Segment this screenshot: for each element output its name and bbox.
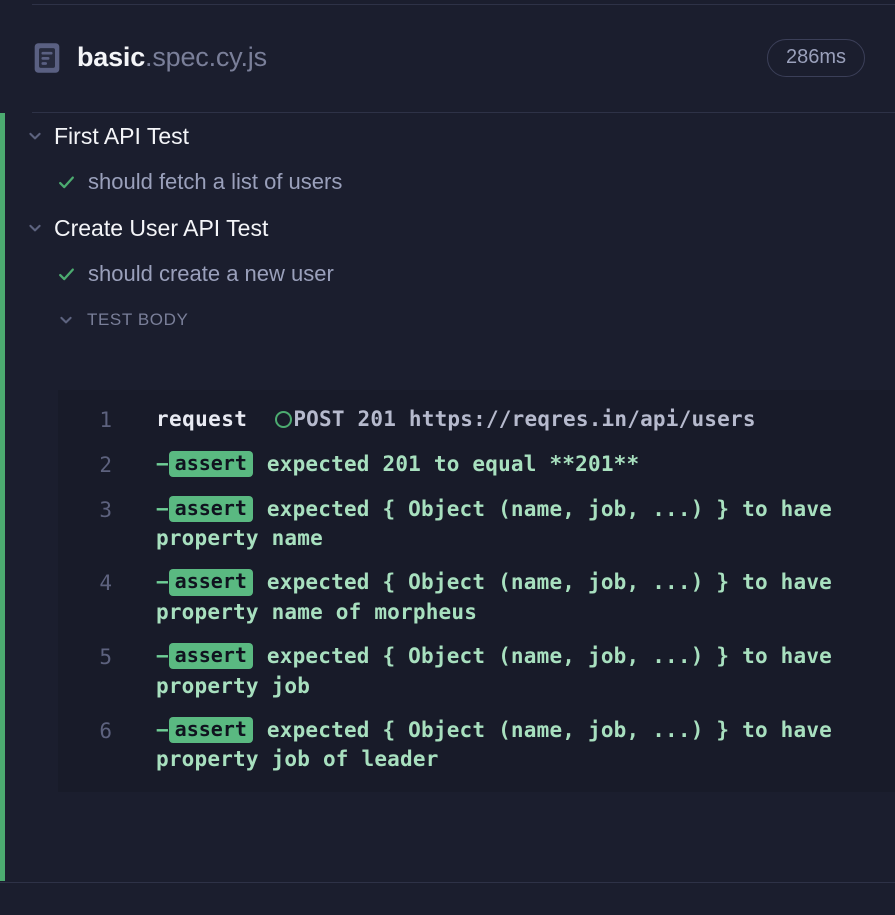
suite-header[interactable]: Create User API Test [5,205,895,251]
command-log: 1 request POST 201 https://reqres.in/api/… [58,390,895,793]
suite-title: First API Test [54,122,190,149]
chevron-down-icon[interactable] [27,220,43,236]
assert-dash: − [156,451,169,476]
suite-header[interactable]: First API Test [5,113,895,159]
test-results-panel: First API Test should fetch a list of us… [0,113,895,881]
spec-header: basic.spec.cy.js 286ms [0,5,895,110]
spec-filename-ext: .spec.cy.js [145,42,267,72]
test-title: should fetch a list of users [88,169,343,194]
test-row[interactable]: should fetch a list of users [5,159,895,205]
test-row[interactable]: should create a new user [5,251,895,297]
suite-title: Create User API Test [54,214,269,241]
command-log-row[interactable]: 5 − assert expected { Object (name, job, .… [58,635,895,709]
line-number: 4 [99,571,112,596]
assert-badge: assert [168,495,253,523]
assert-message: expected 201 to equal **201** [266,451,640,476]
assert-message: expected { Object (name, job, ...) } to … [156,570,833,625]
assert-dash: − [156,570,169,595]
assert-message: expected { Object (name, job, ...) } to … [156,643,833,698]
footer-spacer [0,883,895,915]
command-content: − assert expected 201 to equal **201** [156,450,886,480]
spec-duration-badge: 286ms [766,38,865,77]
command-content: request POST 201 https://reqres.in/api/us… [156,405,886,435]
test-body-section-header[interactable]: TEST BODY [5,297,895,343]
command-log-row[interactable]: 6 − assert expected { Object (name, job, .… [58,709,895,783]
file-document-icon [34,42,60,73]
test-body-label: TEST BODY [87,310,189,329]
command-message: POST 201 https://reqres.in/api/users [293,407,756,431]
line-number: 3 [99,497,112,522]
circle-outline-icon [275,411,293,428]
assert-badge: assert [168,450,253,478]
cypress-spec-report: basic.spec.cy.js 286ms First API Test sh… [0,0,895,915]
command-log-row[interactable]: 1 request POST 201 https://reqres.in/api/… [58,398,895,443]
line-number: 6 [99,718,112,743]
assert-badge: assert [168,716,253,744]
assert-dash: − [156,496,169,521]
command-log-row[interactable]: 2 − assert expected 201 to equal **201** [58,443,895,488]
suite-create-user-api-test: Create User API Test should create a new… [5,205,895,343]
assert-badge: assert [168,569,253,596]
assert-message: expected { Object (name, job, ...) } to … [156,717,833,772]
assert-message: expected { Object (name, job, ...) } to … [156,496,833,551]
assert-dash: − [156,643,169,668]
line-number: 5 [99,644,112,669]
assert-dash: − [156,717,169,742]
spec-filename-base: basic [77,42,146,72]
chevron-down-icon[interactable] [58,312,74,328]
chevron-down-icon[interactable] [27,128,43,144]
command-content: − assert expected { Object (name, job, ...… [156,716,886,776]
line-number: 1 [99,408,112,432]
check-icon [59,175,74,188]
command-content: − assert expected { Object (name, job, ...… [156,642,886,702]
command-content: − assert expected { Object (name, job, ...… [156,495,886,555]
check-icon [59,267,74,280]
command-log-row[interactable]: 3 − assert expected { Object (name, job, .… [58,488,895,562]
line-number: 2 [99,452,112,477]
test-title: should create a new user [88,261,334,286]
spec-filename: basic.spec.cy.js [77,42,767,73]
command-content: − assert expected { Object (name, job, ...… [156,568,886,628]
assert-badge: assert [168,642,253,670]
command-name: request [156,407,248,431]
suite-first-api-test: First API Test should fetch a list of us… [5,113,895,205]
command-log-row[interactable]: 4 − assert expected { Object (name, job, .… [58,561,895,635]
